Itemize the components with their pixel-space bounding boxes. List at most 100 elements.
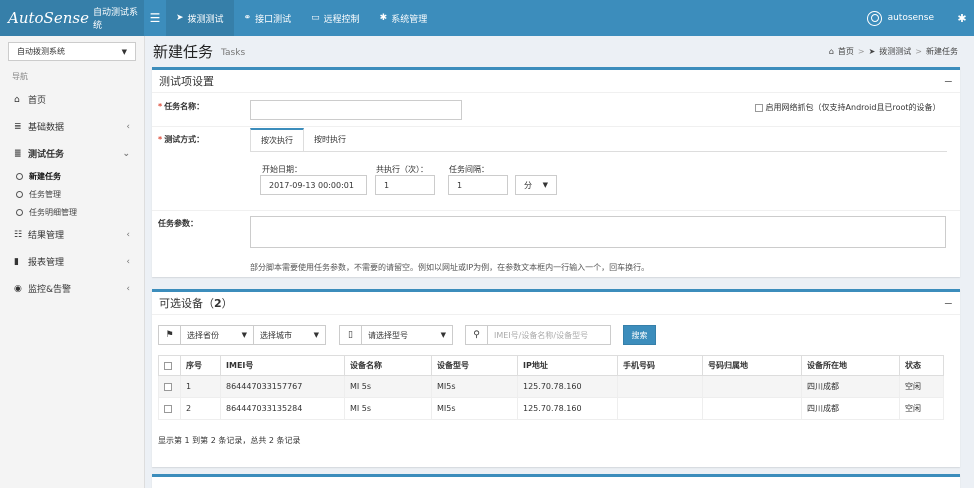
mode-label: * 测试方式： — [158, 134, 204, 145]
table-icon: ☷ — [14, 229, 23, 240]
link-icon: ⚭ — [243, 13, 252, 23]
table-cell: 125.70.78.160 — [517, 375, 618, 398]
tab-by-count[interactable]: 按次执行 — [250, 128, 304, 151]
chevron-down-icon: ▼ — [440, 331, 446, 339]
sidebar-subitem-new-task[interactable]: 新建任务 — [0, 167, 144, 185]
home-icon: ⌂ — [14, 94, 20, 105]
column-header[interactable]: IP地址 — [517, 355, 618, 376]
next-box — [152, 474, 960, 488]
flag-icon: ⚑ — [159, 326, 181, 344]
column-header[interactable]: 设备名称 — [344, 355, 432, 376]
settings-gear-icon[interactable]: ✱ — [950, 12, 974, 25]
system-select[interactable]: 自动拨测系统 ▼ — [8, 42, 136, 61]
select-all-cell — [158, 355, 181, 376]
gears-icon: ✱ — [379, 13, 388, 23]
table-cell — [617, 375, 703, 398]
mode-tabs: 按次执行 按时执行 — [250, 128, 356, 151]
user-name[interactable]: autosense — [888, 13, 934, 23]
sidebar-item-label: 监控&告警 — [28, 285, 72, 295]
divider — [152, 126, 960, 127]
row-checkbox[interactable] — [164, 404, 172, 413]
sidebar-item-test-tasks[interactable]: ≣ 测试任务 ⌄ — [0, 140, 144, 167]
row-checkbox-cell — [158, 397, 181, 420]
chevron-down-icon: ▼ — [542, 181, 548, 189]
chevron-left-icon: ‹ — [126, 229, 130, 240]
nav-dial-test[interactable]: ➤ 拨测测试 — [166, 0, 234, 36]
column-header[interactable]: 序号 — [180, 355, 221, 376]
row-checkbox[interactable] — [164, 382, 172, 391]
params-textarea[interactable] — [250, 216, 946, 248]
nav-label: 系统管理 — [391, 14, 428, 25]
sidebar-item-home[interactable]: ⌂ 首页 — [0, 86, 144, 113]
city-placeholder: 选择城市 — [260, 330, 292, 340]
monitor-icon: ▭ — [311, 13, 320, 23]
tab-pane-by-count: 开始日期： 2017-09-13 00:00:01 共执行（次）： 1 任务间隔… — [250, 151, 947, 205]
menu-toggle-icon[interactable]: ☰ — [144, 11, 166, 25]
collapse-icon[interactable]: − — [944, 75, 953, 88]
column-header[interactable]: 设备所在地 — [801, 355, 900, 376]
table-cell — [702, 397, 802, 420]
column-header[interactable]: IMEI号 — [220, 355, 345, 376]
required-mark: * — [158, 135, 163, 144]
mode-label-text: 测试方式： — [164, 135, 205, 144]
city-select[interactable]: 选择城市 ▼ — [254, 326, 325, 344]
sidebar-item-label: 测试任务 — [28, 150, 65, 160]
column-header[interactable]: 状态 — [899, 355, 944, 376]
user-avatar-icon[interactable] — [866, 10, 882, 26]
sidebar-item-results[interactable]: ☷ 结果管理 ‹ — [0, 221, 144, 248]
chevron-down-icon: ▼ — [313, 331, 319, 339]
start-date-label: 开始日期： — [262, 165, 302, 174]
model-select[interactable]: 请选择型号 ▼ — [362, 326, 452, 344]
table-cell: 1 — [180, 375, 221, 398]
nav-system-management[interactable]: ✱ 系统管理 — [370, 0, 438, 36]
search-button[interactable]: 搜索 — [623, 325, 656, 345]
breadcrumb-home[interactable]: 首页 — [838, 46, 854, 57]
breadcrumb-dial-test[interactable]: 拨测测试 — [879, 46, 911, 57]
sidebar-subitem-label: 新建任务 — [29, 171, 61, 181]
sidebar-item-base-data[interactable]: ≣ 基础数据 ‹ — [0, 113, 144, 140]
start-date-input[interactable]: 2017-09-13 00:00:01 — [260, 175, 367, 195]
params-hint: 部分脚本需要使用任务参数，不需要的请留空。例如以网址或IP为例，在参数文本框内一… — [250, 263, 650, 272]
box-header: 测试项设置 − — [152, 70, 960, 93]
row-checkbox-cell — [158, 375, 181, 398]
interval-unit-select[interactable]: 分 ▼ — [515, 175, 557, 195]
sidebar-subitem-label: 任务管理 — [29, 189, 61, 199]
logo[interactable]: AutoSense 自动测试系统 — [0, 0, 144, 36]
table-cell: 864447033135284 — [220, 397, 345, 420]
sidebar-subitem-task-detail[interactable]: 任务明细管理 — [0, 203, 144, 221]
table-cell: 空闲 — [899, 397, 944, 420]
capture-checkbox[interactable] — [755, 103, 763, 112]
column-header[interactable]: 号码归属地 — [702, 355, 802, 376]
chevron-down-icon: ▼ — [241, 331, 247, 339]
table-row[interactable]: 1 864447033157767 MI 5s MI5s 125.70.78.1… — [158, 375, 944, 398]
interval-input[interactable]: 1 — [448, 175, 508, 195]
search-input[interactable]: IMEI号/设备名称/设备型号 — [488, 326, 610, 344]
tab-by-time[interactable]: 按时执行 — [304, 128, 356, 151]
table-cell — [702, 375, 802, 398]
collapse-icon[interactable]: − — [944, 297, 953, 310]
list-icon: ≣ — [14, 148, 22, 159]
sidebar-item-label: 首页 — [28, 96, 47, 106]
box-title-prefix: 可选设备（ — [159, 297, 214, 310]
sidebar-subitem-task-management[interactable]: 任务管理 — [0, 185, 144, 203]
province-select[interactable]: 选择省份 ▼ — [181, 326, 254, 344]
column-header[interactable]: 设备型号 — [431, 355, 518, 376]
send-icon: ➤ — [868, 46, 876, 56]
nav-api-test[interactable]: ⚭ 接口测试 — [234, 0, 302, 36]
times-input[interactable]: 1 — [375, 175, 435, 195]
table-row[interactable]: 2 864447033135284 MI 5s MI5s 125.70.78.1… — [158, 397, 944, 420]
nav-remote-control[interactable]: ▭ 远程控制 — [301, 0, 370, 36]
breadcrumb-separator: > — [857, 46, 865, 56]
select-all-checkbox[interactable] — [164, 361, 172, 370]
devices-box: 可选设备（2） − ⚑ 选择省份 ▼ 选择城市 ▼ ▯ 请选择型号 ▼ ⚲ IMEI号… — [152, 289, 960, 467]
sidebar-item-reports[interactable]: ▮ 报表管理 ‹ — [0, 248, 144, 275]
nav-label: 拨测测试 — [187, 14, 224, 25]
page-subtitle: Tasks — [221, 48, 246, 58]
brand-subtitle: 自动测试系统 — [92, 8, 138, 31]
capture-checkbox-row[interactable]: 启用网络抓包（仅支持Android且已root的设备） — [755, 102, 941, 113]
column-header[interactable]: 手机号码 — [617, 355, 703, 376]
dashboard-icon: ◉ — [14, 283, 22, 294]
sidebar-item-monitoring[interactable]: ◉ 监控&告警 ‹ — [0, 275, 144, 302]
search-filter: ⚲ IMEI号/设备名称/设备型号 — [465, 325, 611, 345]
task-name-input[interactable] — [250, 100, 462, 120]
